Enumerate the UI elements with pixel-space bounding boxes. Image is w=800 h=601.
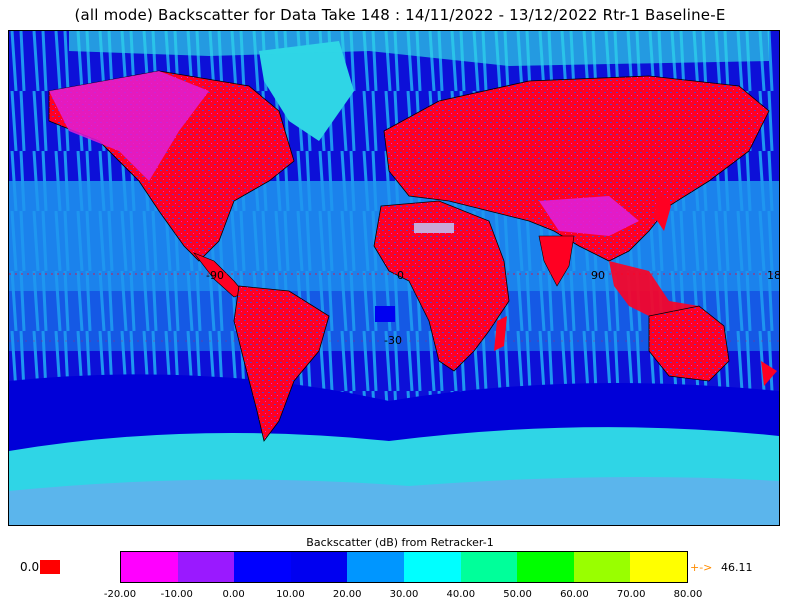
scale-segment — [290, 552, 348, 582]
scale-tick-label: 10.00 — [276, 589, 305, 600]
scale-segment — [460, 552, 518, 582]
over-range-value: 46.11 — [721, 561, 753, 574]
world-map[interactable]: -90 0 90 180 -30 — [8, 30, 780, 526]
scale-tick-label: 30.00 — [389, 589, 419, 600]
scale-segment — [121, 552, 178, 582]
below-range-swatch — [40, 560, 60, 574]
sahara-desert — [414, 223, 454, 233]
scale-segment — [347, 552, 404, 582]
latitude-label-m30: -30 — [384, 334, 402, 347]
scale-tick-labels: -20.00 -10.00 0.00 10.00 20.00 30.00 40.00 50.0… — [0, 589, 800, 601]
longitude-label-m90: -90 — [206, 269, 224, 282]
scale-segment — [403, 552, 461, 582]
color-scale-bar — [120, 551, 688, 583]
scale-segment — [517, 552, 574, 582]
longitude-label-180: 180 — [767, 269, 779, 282]
scale-tick-label: 20.00 — [332, 589, 362, 600]
longitude-label-90: 90 — [591, 269, 605, 282]
atlantic-patch — [375, 306, 395, 322]
backscatter-map — [9, 31, 779, 525]
scale-tick-label: 60.00 — [560, 589, 589, 600]
scale-tick-label: 40.00 — [446, 589, 476, 600]
scale-tick-label: -10.00 — [160, 589, 193, 600]
map-title: (all mode) Backscatter for Data Take 148… — [74, 6, 726, 24]
longitude-label-0: 0 — [397, 269, 404, 282]
below-range-value: 0.0 — [20, 560, 40, 574]
scale-segment — [630, 552, 687, 582]
scale-segment — [177, 552, 235, 582]
scale-tick-label: -20.00 — [103, 589, 137, 600]
scale-tick-label: 0.00 — [222, 589, 245, 600]
scale-tick-label: 70.00 — [616, 589, 646, 600]
scale-tick-label: 80.00 — [673, 589, 703, 600]
scale-title: Backscatter (dB) from Retracker-1 — [306, 536, 494, 549]
over-range-arrow: +-> — [690, 561, 713, 574]
scale-segment — [234, 552, 291, 582]
scale-tick-label: 50.00 — [503, 589, 532, 600]
scale-segment — [573, 552, 631, 582]
